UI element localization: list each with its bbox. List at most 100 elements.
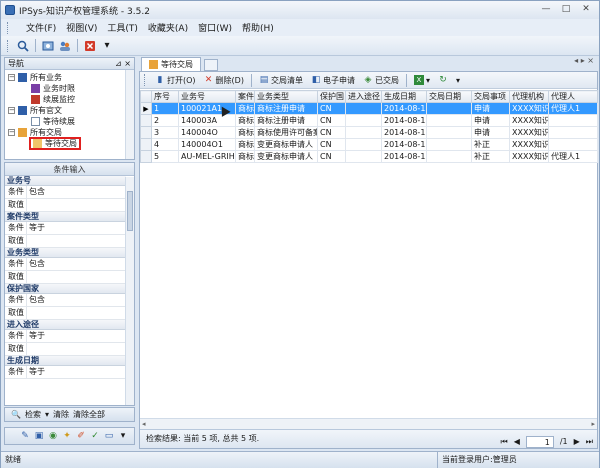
condition-value-row[interactable]: 取值 [5,235,126,248]
close-button[interactable]: ✕ [577,3,595,16]
table-cell[interactable]: 2014-08-13 [381,126,427,139]
table-cell[interactable]: 3 [151,126,179,139]
table-cell[interactable]: 2014-08-13 [381,102,427,115]
table-cell[interactable] [426,126,472,139]
clear-button[interactable]: 清除 [53,409,69,420]
column-header[interactable]: 代理人 [548,90,598,103]
handover-list-button[interactable]: ▤ 交局清单 [256,73,306,87]
dropdown-icon[interactable]: ▾ [45,410,49,419]
table-cell[interactable]: XXXX知识 [509,150,549,163]
card-icon[interactable]: ▭ [103,430,115,442]
column-header[interactable]: 业务类型 [254,90,318,103]
table-cell[interactable]: 申请 [471,126,510,139]
table-cell[interactable]: CN [317,114,346,127]
tree-node-waiting-renewal[interactable]: 等待续展 [5,116,134,127]
column-header[interactable]: 代理机构 [509,90,549,103]
table-cell[interactable]: 代理人1 [548,102,598,115]
condition-value-row[interactable]: 取值 [5,271,126,284]
table-cell[interactable]: XXXX知识 [509,102,549,115]
table-cell[interactable]: XXXX知识 [509,114,549,127]
brush-icon[interactable]: ✐ [75,430,87,442]
search-button[interactable]: 检索 [25,409,41,420]
column-header[interactable]: 交局事项 [471,90,510,103]
table-cell[interactable]: 140004O1 [178,138,236,151]
table-cell[interactable]: 商标 [235,114,255,127]
prev-page-icon[interactable]: ◀ [514,433,520,451]
maximize-button[interactable]: □ [557,3,575,16]
condition-value-input[interactable] [27,343,29,355]
row-indicator[interactable] [140,126,152,139]
overflow-icon[interactable]: ▾ [117,430,129,442]
table-cell[interactable]: 商标 [235,138,255,151]
condition-operator[interactable]: 包含 [27,186,45,198]
nav-pin-icon[interactable]: ⊿ × [115,58,131,69]
collapse-icon[interactable]: − [8,74,15,81]
table-cell[interactable]: 商标注册申请 [254,102,318,115]
tree-node-deadline[interactable]: 业务时限 [5,83,134,94]
submitted-button[interactable]: ◈ 已交局 [360,73,402,87]
menu-help[interactable]: 帮助(H) [237,21,279,34]
toolbar-overflow-icon[interactable]: ▾ [100,39,114,53]
collapse-icon[interactable]: − [8,107,15,114]
row-indicator[interactable]: ▶ [140,102,152,115]
column-header[interactable]: 案件 [235,90,255,103]
table-cell[interactable] [345,126,382,139]
table-cell[interactable]: CN [317,126,346,139]
menu-window[interactable]: 窗口(W) [193,21,237,34]
export-excel-button[interactable]: X ▾ [411,73,433,87]
settings-icon[interactable] [41,39,55,53]
first-page-icon[interactable]: ⏮ [500,433,507,451]
menu-tools[interactable]: 工具(T) [102,21,143,34]
tree-node-all-documents[interactable]: − 所有官文 [5,105,134,116]
table-row[interactable]: 5 AU-MEL-GRIH 商标 变更商标申请人 CN 2014-08-13 补正 XXXX知… [140,150,598,163]
table-cell[interactable]: 商标 [235,102,255,115]
next-page-icon[interactable]: ▶ [574,433,580,451]
table-cell[interactable] [548,138,598,151]
table-cell[interactable]: 商标注册申请 [254,114,318,127]
table-cell[interactable]: 2014-08-13 [381,138,427,151]
table-cell[interactable]: 申请 [471,102,510,115]
scroll-left-icon[interactable]: ◂ [142,419,146,429]
table-cell[interactable]: 商标 [235,126,255,139]
table-cell[interactable]: 商标使用许可备案 [254,126,318,139]
search-icon[interactable] [16,39,30,53]
column-header[interactable]: 业务号 [178,90,236,103]
condition-value-input[interactable] [27,235,29,247]
condition-value-input[interactable] [27,271,29,283]
new-tab-button[interactable] [204,59,218,71]
page-input[interactable]: 1 [525,436,554,448]
column-header[interactable]: 交局日期 [426,90,472,103]
condition-operator[interactable]: 等于 [27,330,45,342]
table-cell[interactable]: 变更商标申请人 [254,138,318,151]
open-button[interactable]: ▮ 打开(O) [152,73,199,87]
group-icon[interactable]: ◉ [47,430,59,442]
tree-node-all-business[interactable]: − 所有业务 [5,72,134,83]
table-cell[interactable]: 4 [151,138,179,151]
condition-operator-row[interactable]: 条件 等于 [5,366,126,379]
table-row[interactable]: 3 140004O 商标 商标使用许可备案 CN 2014-08-13 申请 XXXX知识 [140,126,598,139]
delete-button[interactable]: ✕ 删除(D) [201,73,247,87]
table-cell[interactable]: AU-MEL-GRIH [178,150,236,163]
table-cell[interactable] [426,150,472,163]
collapse-icon[interactable]: − [8,129,15,136]
condition-operator-row[interactable]: 条件 等于 [5,222,126,235]
condition-value-row[interactable]: 取值 [5,307,126,320]
refresh-button[interactable]: ↻ [435,73,451,87]
scroll-thumb[interactable] [127,191,133,231]
table-cell[interactable]: 2014-08-13 [381,114,427,127]
menu-view[interactable]: 视图(V) [61,21,102,34]
tab-waiting-submission[interactable]: 等待交局 [141,57,201,71]
table-cell[interactable]: 补正 [471,150,510,163]
condition-value-row[interactable]: 取值 [5,199,126,212]
tree-node-renewal-monitor[interactable]: 续展监控 [5,94,134,105]
condition-scrollbar[interactable] [125,177,134,405]
column-header[interactable]: 保护国 [317,90,346,103]
table-cell[interactable] [345,114,382,127]
box-icon[interactable]: ▣ [33,430,45,442]
table-cell[interactable]: 商标 [235,150,255,163]
table-cell[interactable] [426,138,472,151]
dropdown-icon[interactable]: ▾ [426,76,430,85]
column-header[interactable]: 生成日期 [381,90,427,103]
table-cell[interactable]: XXXX知识 [509,138,549,151]
condition-operator[interactable]: 包含 [27,294,45,306]
